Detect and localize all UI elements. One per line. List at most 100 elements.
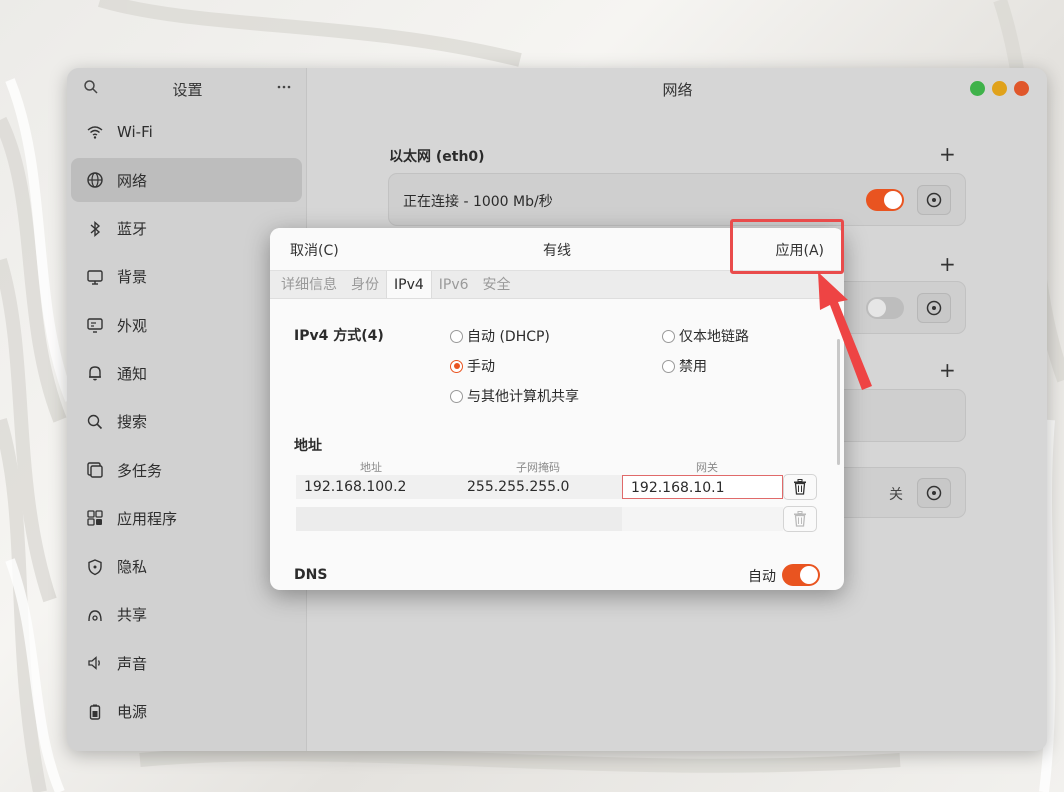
proxy-settings-button[interactable]	[917, 478, 951, 508]
sidebar-item-network[interactable]: 网络	[71, 158, 302, 203]
column-header-gateway: 网关	[696, 461, 718, 474]
multitask-icon	[85, 460, 105, 480]
radio-link-local[interactable]: 仅本地链路	[662, 326, 749, 346]
search-icon[interactable]	[83, 79, 99, 99]
sidebar-item-sound[interactable]: 声音	[71, 641, 302, 685]
address-field[interactable]: 192.168.100.2	[296, 475, 459, 499]
ethernet-status: 正在连接 - 1000 Mb/秒	[403, 194, 553, 210]
sidebar-item-label: 声音	[117, 654, 148, 673]
connection-settings-button[interactable]	[917, 293, 951, 323]
gear-icon	[926, 192, 942, 208]
sidebar-item-wifi[interactable]: Wi-Fi	[71, 110, 302, 154]
radio-circle	[662, 329, 675, 343]
dialog-body: IPv4 方式(4) 自动 (DHCP) 仅本地链路 手动 禁用 与其他计算机共…	[270, 299, 844, 590]
add-connection-button[interactable]: +	[939, 254, 956, 274]
netmask-field[interactable]: 255.255.255.0	[459, 475, 622, 499]
radio-circle	[450, 329, 463, 343]
sidebar-item-label: 背景	[117, 268, 148, 287]
sidebar-item-notifications[interactable]: 通知	[71, 351, 302, 395]
battery-icon	[85, 702, 105, 722]
search-icon	[85, 412, 105, 432]
sidebar-item-label: 共享	[117, 606, 148, 625]
new-netmask-field[interactable]	[459, 507, 622, 531]
ethernet-settings-button[interactable]	[917, 185, 951, 215]
delete-row-button[interactable]	[783, 474, 817, 500]
sidebar-item-label: 蓝牙	[117, 220, 148, 239]
add-vpn-button[interactable]: +	[939, 360, 956, 380]
new-address-field[interactable]	[296, 507, 459, 531]
gear-icon	[926, 300, 942, 316]
sidebar-item-multitasking[interactable]: 多任务	[71, 448, 302, 492]
sidebar-item-background[interactable]: 背景	[71, 255, 302, 299]
sidebar-item-power[interactable]: 电源	[71, 690, 302, 734]
dns-auto-label: 自动	[748, 569, 776, 585]
radio-dhcp[interactable]: 自动 (DHCP)	[450, 326, 550, 346]
main-header: 网络	[308, 68, 1047, 110]
tab-identity[interactable]: 身份	[344, 271, 386, 298]
tab-details[interactable]: 详细信息	[274, 271, 344, 298]
monitor-icon	[85, 267, 105, 287]
ethernet-section-title: 以太网 (eth0)	[389, 149, 485, 165]
radio-label: 与其他计算机共享	[467, 389, 579, 405]
column-header-netmask: 子网掩码	[516, 461, 560, 474]
radio-circle	[450, 389, 463, 403]
tab-ipv6[interactable]: IPv6	[432, 271, 476, 298]
add-ethernet-button[interactable]: +	[939, 144, 956, 164]
radio-label: 禁用	[679, 359, 707, 375]
ethernet-toggle[interactable]	[866, 189, 904, 211]
radio-disabled[interactable]: 禁用	[662, 356, 707, 376]
sidebar-header: 设置	[67, 68, 306, 110]
sidebar-item-label: 搜索	[117, 413, 148, 432]
sidebar-item-privacy[interactable]: 隐私	[71, 545, 302, 589]
sidebar-item-label: 电源	[117, 703, 148, 722]
share-icon	[85, 605, 105, 625]
ethernet-card: 正在连接 - 1000 Mb/秒	[388, 173, 966, 226]
sidebar-item-appearance[interactable]: 外观	[71, 303, 302, 347]
apps-icon	[85, 508, 105, 528]
sidebar-item-label: 隐私	[117, 558, 148, 577]
speaker-icon	[85, 653, 105, 673]
radio-label: 自动 (DHCP)	[467, 329, 550, 345]
page-title: 网络	[662, 80, 693, 99]
bell-icon	[85, 363, 105, 383]
maximize-button[interactable]	[970, 81, 985, 96]
more-menu-icon[interactable]	[276, 79, 292, 99]
shield-icon	[85, 557, 105, 577]
sidebar-title: 设置	[172, 80, 203, 99]
gateway-field[interactable]: 192.168.10.1	[622, 475, 783, 499]
sidebar-item-bluetooth[interactable]: 蓝牙	[71, 207, 302, 251]
sidebar-item-label: 多任务	[117, 461, 163, 480]
column-header-address: 地址	[360, 461, 382, 474]
sidebar-item-sharing[interactable]: 共享	[71, 593, 302, 637]
radio-circle-selected	[450, 359, 463, 373]
dns-auto-toggle[interactable]	[782, 564, 820, 586]
new-gateway-field[interactable]	[622, 507, 783, 531]
sidebar-item-apps[interactable]: 应用程序	[71, 496, 302, 540]
close-button[interactable]	[1014, 81, 1029, 96]
sidebar-item-label: 外观	[117, 316, 148, 335]
trash-icon	[794, 479, 806, 495]
pointer-arrow	[818, 272, 872, 390]
sidebar-item-label: 网络	[117, 171, 148, 190]
tab-ipv4[interactable]: IPv4	[386, 271, 432, 298]
sidebar-item-search[interactable]: 搜索	[71, 400, 302, 444]
appearance-icon	[85, 315, 105, 335]
sidebar-item-label: 通知	[117, 364, 148, 383]
sidebar-item-label: 应用程序	[117, 509, 178, 528]
tab-security[interactable]: 安全	[476, 271, 518, 298]
window-controls	[970, 81, 1029, 96]
dialog-tabs: 详细信息 身份 IPv4 IPv6 安全	[270, 270, 844, 299]
ipv4-method-label: IPv4 方式(4)	[294, 328, 384, 344]
apply-highlight-box	[730, 219, 844, 274]
radio-manual[interactable]: 手动	[450, 356, 495, 376]
proxy-status: 关	[889, 487, 903, 503]
globe-icon	[85, 170, 105, 190]
radio-circle	[662, 359, 675, 373]
bluetooth-icon	[85, 219, 105, 239]
radio-label: 仅本地链路	[679, 329, 749, 345]
minimize-button[interactable]	[992, 81, 1007, 96]
sidebar-item-label: Wi-Fi	[117, 123, 153, 141]
radio-shared[interactable]: 与其他计算机共享	[450, 386, 579, 406]
address-section-title: 地址	[294, 438, 322, 454]
delete-empty-row-button[interactable]	[783, 506, 817, 532]
